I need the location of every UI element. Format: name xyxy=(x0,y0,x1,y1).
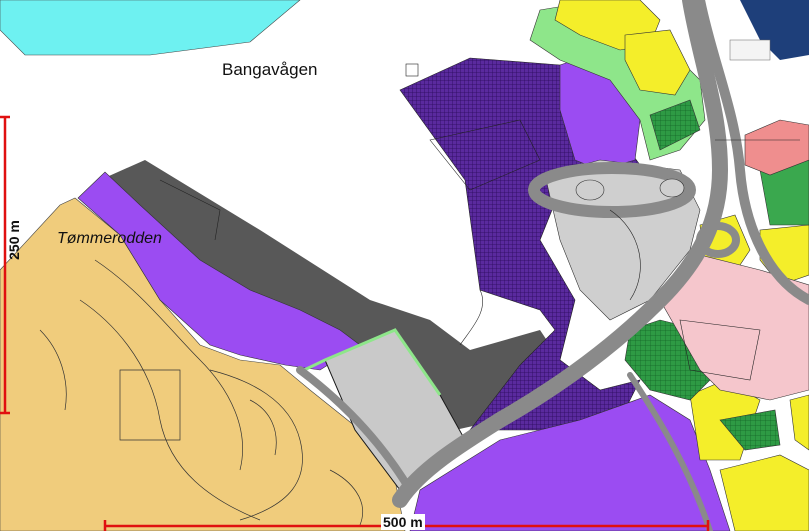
vertical-scale-label: 250 m xyxy=(5,220,22,260)
zoning-map[interactable] xyxy=(0,0,809,531)
water-area xyxy=(0,0,301,56)
place-label-tommerodden: Tømmerodden xyxy=(57,230,162,247)
horizontal-scale-label: 500 m xyxy=(381,514,425,530)
harbour-quay-white xyxy=(729,39,771,61)
place-label-bangavagen: Bangavågen xyxy=(222,60,318,79)
